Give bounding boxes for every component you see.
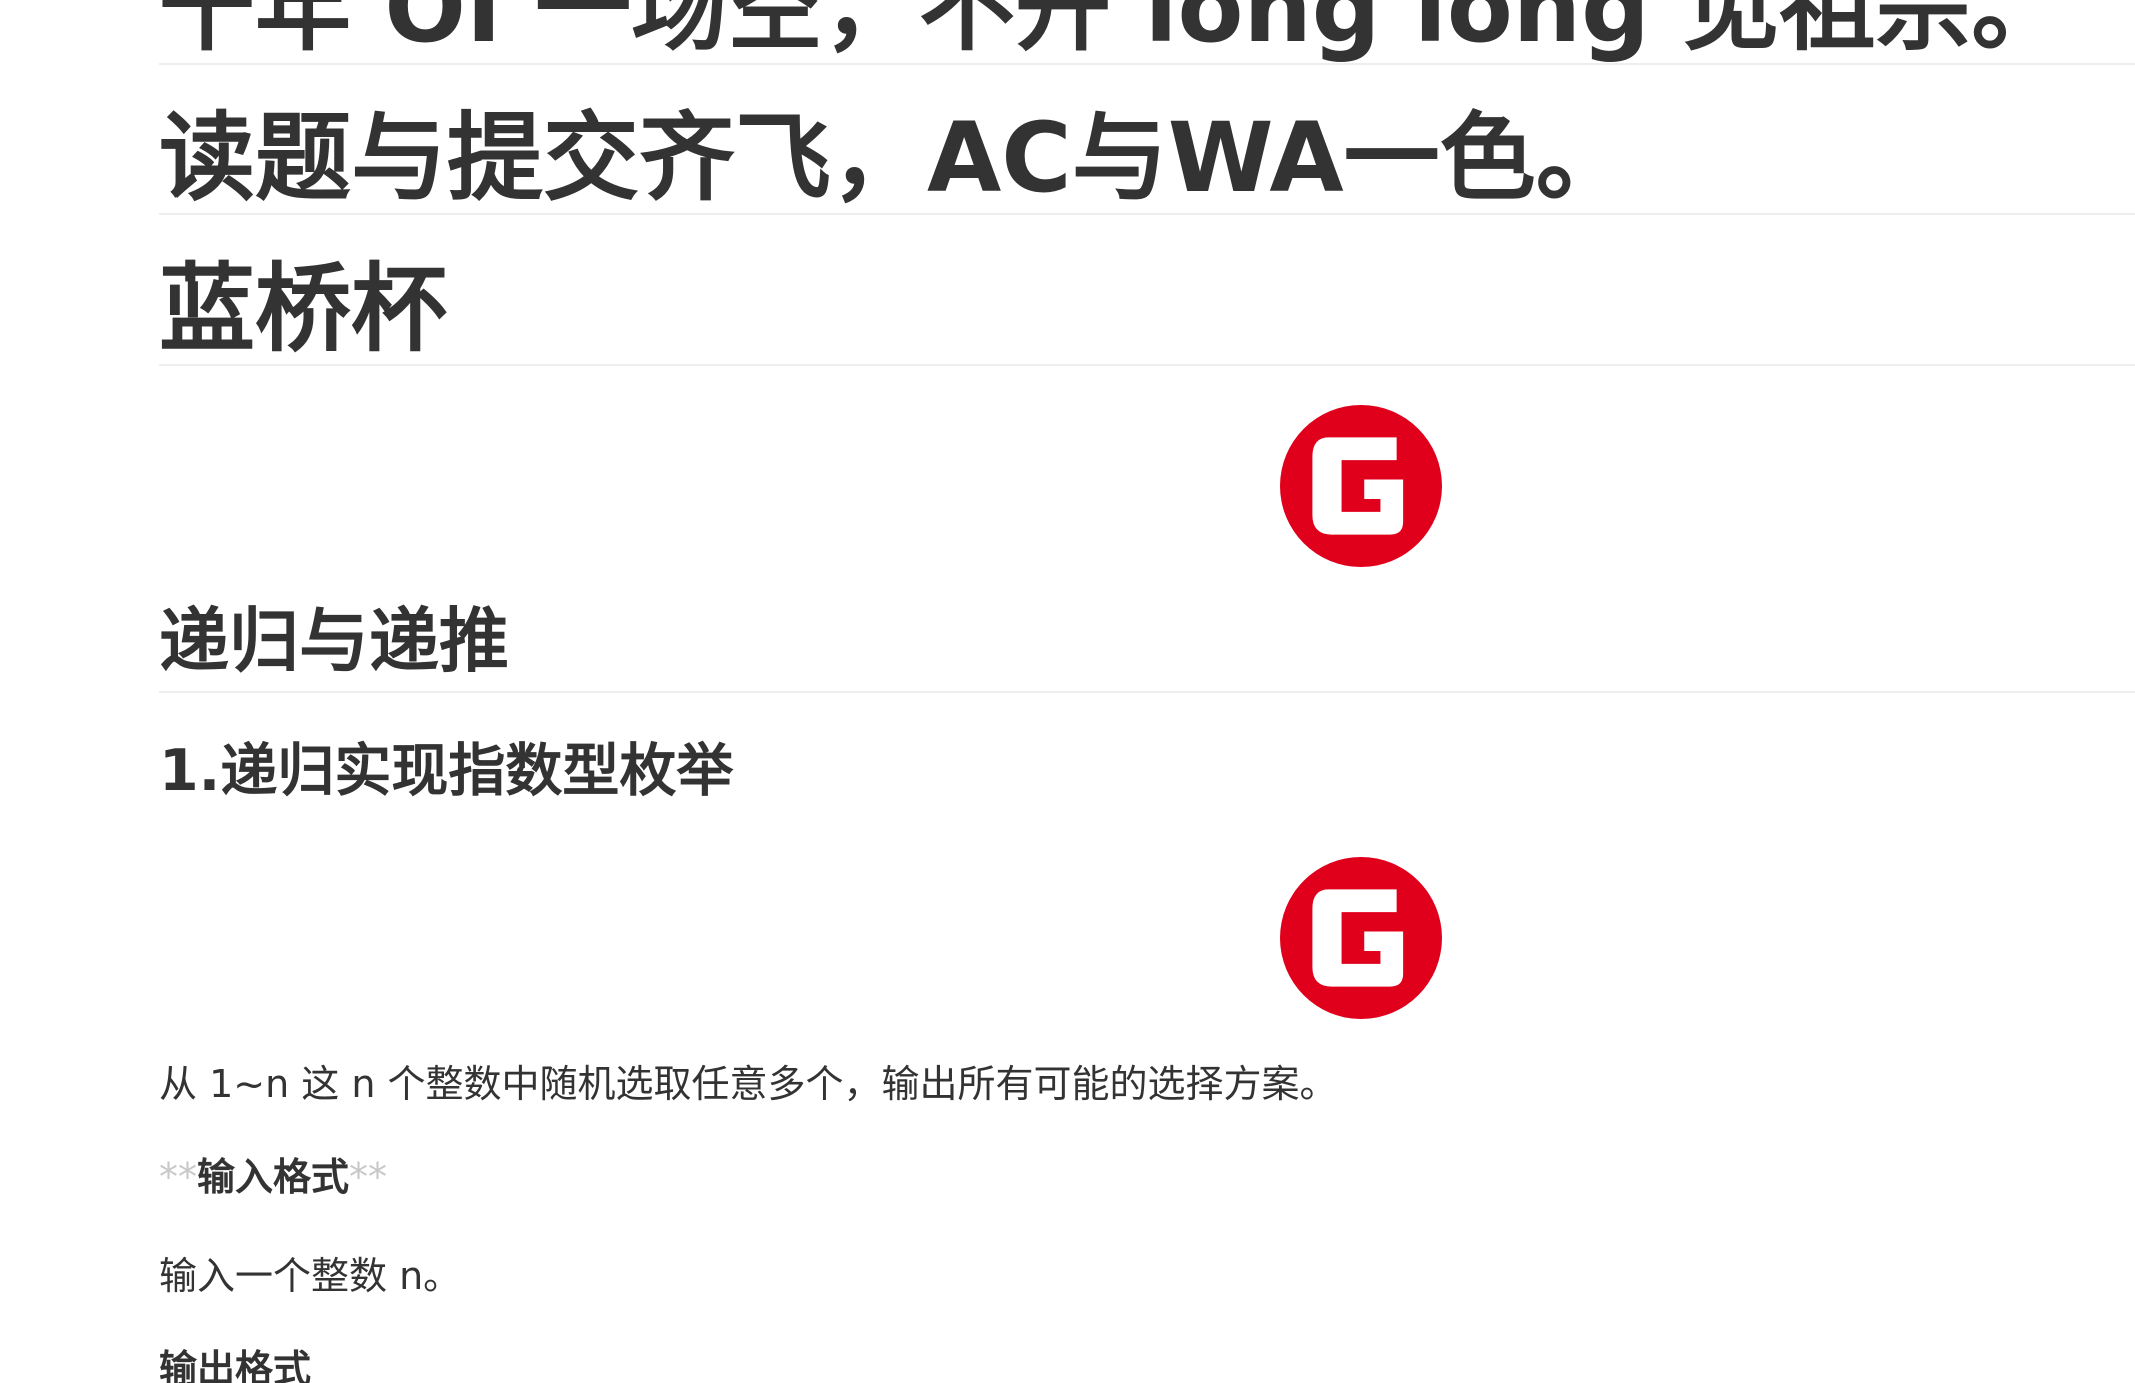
problem-title: 1.递归实现指数型枚举 [159, 738, 734, 804]
markdown-bold-mark: ** [349, 1155, 388, 1199]
input-format-description: 输入一个整数 n。 [159, 1254, 462, 1298]
g-logo-icon [1280, 857, 1442, 1019]
output-format-label: 输出格式 [159, 1347, 312, 1383]
heading-lanqiao: 蓝桥杯 [159, 261, 2135, 366]
section-title: 递归与递推 [159, 606, 2135, 693]
input-format-label: **输入格式** [159, 1158, 387, 1196]
markdown-bold-mark: ** [159, 1155, 197, 1199]
heading-slogan-2: 读题与提交齐飞，AC与WA一色。 [159, 110, 2135, 215]
document-page: 千年 OI 一场空，不开 long long 见祖宗。 读题与提交齐飞，AC与W… [0, 0, 2135, 1383]
g-logo-icon [1280, 405, 1442, 567]
problem-description: 从 1~n 这 n 个整数中随机选取任意多个，输出所有可能的选择方案。 [159, 1062, 1338, 1106]
heading-slogan-1: 千年 OI 一场空，不开 long long 见祖宗。 [159, 0, 2135, 65]
input-format-text: 输入格式 [197, 1155, 350, 1199]
